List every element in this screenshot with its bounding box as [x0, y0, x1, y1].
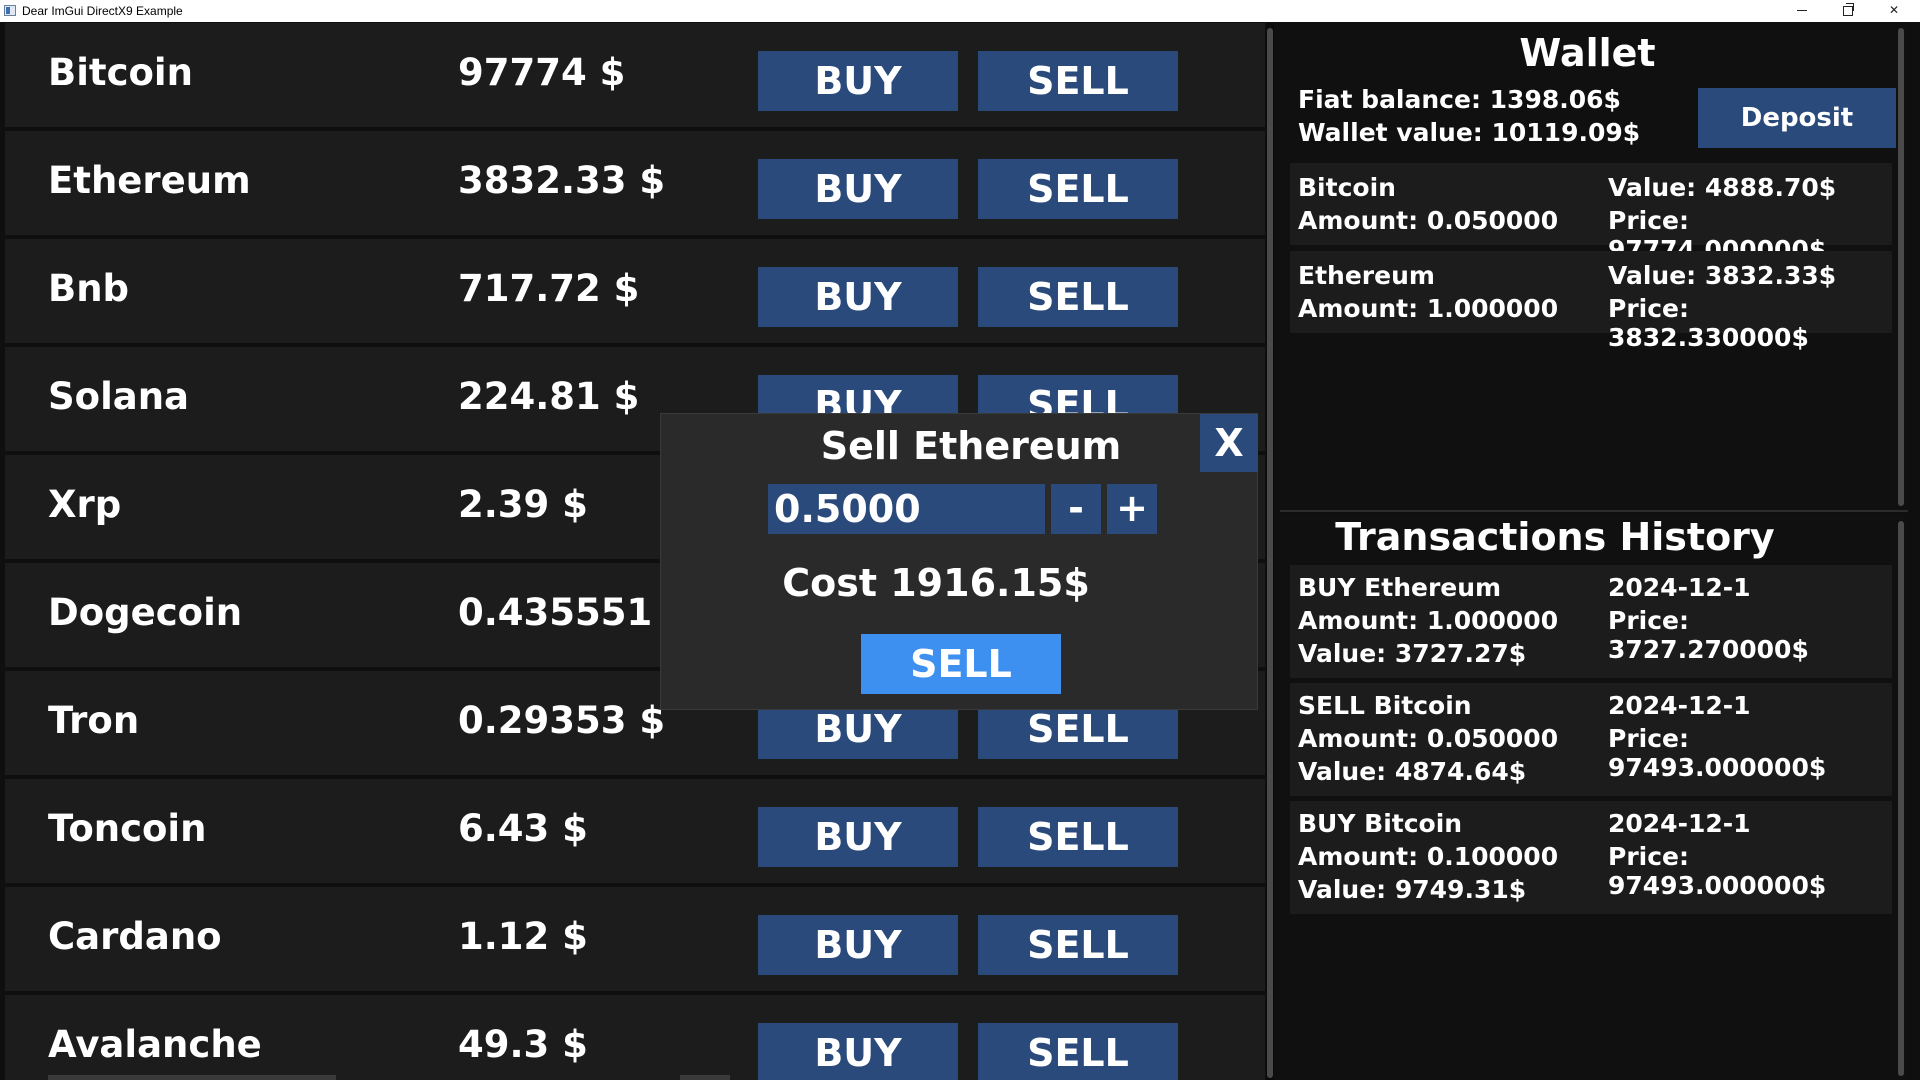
history-scrollbar[interactable] [1898, 521, 1904, 1076]
decrement-button[interactable]: - [1051, 484, 1101, 534]
app-icon [4, 5, 16, 16]
close-dialog-button[interactable]: X [1200, 414, 1258, 472]
amount-input[interactable]: 0.5000 [768, 484, 1045, 534]
minimize-icon[interactable] [1780, 0, 1824, 22]
coin-name: Toncoin [48, 807, 207, 850]
transaction-item: BUY Ethereum Amount: 1.000000 Value: 372… [1290, 565, 1892, 678]
sell-dialog: Sell Ethereum X 0.5000 - + Cost 1916.15$… [660, 413, 1258, 710]
buy-button[interactable]: BUY [758, 915, 958, 975]
coin-name: Bitcoin [48, 51, 193, 94]
coin-price: 0.29353 $ [458, 699, 666, 742]
confirm-sell-button[interactable]: SELL [861, 634, 1061, 694]
transaction-value: Value: 3727.27$ [1298, 639, 1527, 668]
holding-name: Ethereum [1298, 261, 1435, 290]
transaction-value: Value: 4874.64$ [1298, 757, 1527, 786]
transaction-date: 2024-12-1 [1608, 809, 1751, 838]
restore-icon[interactable] [1826, 0, 1870, 22]
coin-price: 2.39 $ [458, 483, 588, 526]
panel-divider [1280, 510, 1908, 512]
coin-price: 224.81 $ [458, 375, 640, 418]
transaction-value: Value: 9749.31$ [1298, 875, 1527, 904]
holding-value: Value: 3832.33$ [1608, 261, 1837, 290]
coin-row: Ethereum 3832.33 $ BUY SELL [5, 131, 1265, 235]
coin-row: Bitcoin 97774 $ BUY SELL [5, 23, 1265, 127]
coin-price: 6.43 $ [458, 807, 588, 850]
transactions-history-panel: Transactions History BUY Ethereum Amount… [1280, 515, 1908, 1080]
increment-button[interactable]: + [1107, 484, 1157, 534]
wallet-value: Wallet value: 10119.09$ [1298, 118, 1641, 147]
transaction-date: 2024-12-1 [1608, 573, 1751, 602]
window-title: Dear ImGui DirectX9 Example [22, 4, 183, 18]
row-scrollbar[interactable] [680, 1075, 730, 1080]
history-title: Transactions History [1335, 515, 1775, 559]
coin-name: Ethereum [48, 159, 251, 202]
close-window-icon[interactable]: ✕ [1872, 0, 1916, 22]
wallet-panel: Wallet Fiat balance: 1398.06$ Wallet val… [1280, 23, 1908, 510]
buy-button[interactable]: BUY [758, 267, 958, 327]
coin-name: Avalanche [48, 1023, 262, 1066]
coin-row: Bnb 717.72 $ BUY SELL [5, 239, 1265, 343]
wallet-scrollbar[interactable] [1898, 28, 1904, 506]
sell-button[interactable]: SELL [978, 807, 1178, 867]
buy-button[interactable]: BUY [758, 51, 958, 111]
sell-button[interactable]: SELL [978, 915, 1178, 975]
coin-price: 717.72 $ [458, 267, 640, 310]
transaction-price: Price: 97493.000000$ [1608, 842, 1827, 900]
buy-button[interactable]: BUY [758, 807, 958, 867]
transaction-price: Price: 97493.000000$ [1608, 724, 1827, 782]
dialog-title: Sell Ethereum [820, 424, 1122, 468]
coin-name: Bnb [48, 267, 130, 310]
coin-price: 3832.33 $ [458, 159, 666, 202]
coin-list-scrollbar[interactable] [1266, 23, 1274, 1080]
holding-item: Ethereum Amount: 1.000000 Value: 3832.33… [1290, 251, 1892, 352]
coin-name: Cardano [48, 915, 222, 958]
buy-button[interactable]: BUY [758, 159, 958, 219]
holding-item: Bitcoin Amount: 0.050000 Value: 4888.70$… [1290, 163, 1892, 264]
transaction-type: BUY Ethereum [1298, 573, 1502, 602]
coin-name: Dogecoin [48, 591, 243, 634]
transaction-type: BUY Bitcoin [1298, 809, 1463, 838]
coin-price: 49.3 $ [458, 1023, 588, 1066]
sell-button[interactable]: SELL [978, 159, 1178, 219]
scrollbar-thumb[interactable] [1267, 28, 1273, 1078]
transaction-date: 2024-12-1 [1608, 691, 1751, 720]
coin-name: Xrp [48, 483, 122, 526]
transaction-item: SELL Bitcoin Amount: 0.050000 Value: 487… [1290, 683, 1892, 796]
window-titlebar: Dear ImGui DirectX9 Example ✕ [0, 0, 1920, 22]
coin-price: 0.435551 $ [458, 591, 691, 634]
transaction-price: Price: 3727.270000$ [1608, 606, 1809, 664]
transaction-item: BUY Bitcoin Amount: 0.100000 Value: 9749… [1290, 801, 1892, 914]
coin-price: 97774 $ [458, 51, 626, 94]
holding-price: Price: 3832.330000$ [1608, 294, 1809, 352]
coin-row: Avalanche 49.3 $ BUY SELL [5, 995, 1265, 1080]
transaction-amount: Amount: 1.000000 [1298, 606, 1559, 635]
wallet-title: Wallet [1519, 31, 1656, 75]
coin-name: Tron [48, 699, 140, 742]
row-scrollbar[interactable] [48, 1075, 336, 1080]
coin-name: Solana [48, 375, 190, 418]
coin-price: 1.12 $ [458, 915, 588, 958]
coin-row: Toncoin 6.43 $ BUY SELL [5, 779, 1265, 883]
fiat-balance: Fiat balance: 1398.06$ [1298, 85, 1621, 114]
sell-button[interactable]: SELL [978, 267, 1178, 327]
transaction-amount: Amount: 0.100000 [1298, 842, 1559, 871]
sell-button[interactable]: SELL [978, 51, 1178, 111]
buy-button[interactable]: BUY [758, 1023, 958, 1080]
transaction-type: SELL Bitcoin [1298, 691, 1472, 720]
sell-button[interactable]: SELL [978, 1023, 1178, 1080]
coin-row: Cardano 1.12 $ BUY SELL [5, 887, 1265, 991]
cost-label: Cost 1916.15$ [782, 561, 1090, 605]
holding-name: Bitcoin [1298, 173, 1396, 202]
transaction-amount: Amount: 0.050000 [1298, 724, 1559, 753]
deposit-money-button[interactable]: Deposit money [1698, 88, 1896, 193]
holding-value: Value: 4888.70$ [1608, 173, 1837, 202]
holding-amount: Amount: 1.000000 [1298, 294, 1559, 323]
holding-amount: Amount: 0.050000 [1298, 206, 1559, 235]
